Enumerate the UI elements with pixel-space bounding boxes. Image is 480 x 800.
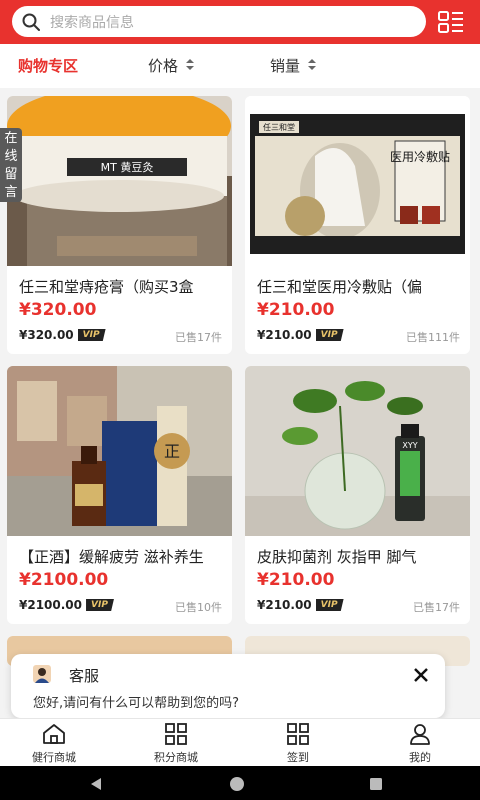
nav-label: 签到 — [287, 751, 309, 764]
vip-price: ¥320.00 VIP — [19, 328, 106, 342]
chat-title: 客服 — [69, 667, 100, 685]
product-image-title: 医用冷敷贴 — [390, 149, 450, 164]
filter-sales[interactable]: 销量 — [270, 44, 317, 88]
nav-label: 积分商城 — [154, 751, 198, 764]
nav-check-in[interactable]: 签到 — [258, 719, 338, 767]
vip-badge: VIP — [77, 329, 106, 341]
vip-price-value: ¥210.00 — [257, 598, 312, 612]
vip-price: ¥2100.00 VIP — [19, 598, 114, 612]
product-name: 任三和堂医用冷敷贴（偏 — [257, 278, 423, 296]
product-card[interactable]: 任三和堂 医用冷敷贴 任三和堂医用冷敷贴（偏 ¥210.00 ¥210.00 VI… — [245, 96, 470, 354]
product-card[interactable]: MT 黄豆灸 任三和堂痔疮膏（购买3盒 ¥320.00 ¥320.00 VIP 已… — [7, 96, 232, 354]
sort-arrows-icon — [186, 58, 195, 71]
bottom-nav: 健行商城 积分商城 签到 我的 — [0, 718, 480, 766]
home-button-icon[interactable] — [228, 775, 246, 797]
nav-label: 健行商城 — [32, 751, 76, 764]
category-list-icon[interactable] — [436, 9, 466, 35]
close-icon[interactable] — [409, 663, 433, 687]
vip-price: ¥210.00 VIP — [257, 328, 344, 342]
sold-count: 已售111件 — [406, 331, 460, 344]
product-name: 【正酒】缓解疲劳 滋补养生 — [19, 548, 204, 566]
vip-badge: VIP — [315, 329, 344, 341]
sold-count: 已售10件 — [175, 601, 222, 614]
filter-shopping-zone[interactable]: 购物专区 — [18, 44, 78, 88]
sold-count: 已售17件 — [175, 331, 222, 344]
product-image-brand: MT 黄豆灸 — [101, 160, 154, 174]
filter-price-label: 价格 — [148, 57, 179, 75]
product-card[interactable]: 正 【正酒】缓解疲劳 滋补养生 ¥2100.00 ¥2100.00 VIP 已售1… — [7, 366, 232, 624]
recents-icon[interactable] — [368, 776, 384, 796]
filter-sales-label: 销量 — [270, 57, 301, 75]
filter-bar: 购物专区 价格 销量 — [0, 44, 480, 88]
sold-count: 已售17件 — [413, 601, 460, 614]
service-avatar-icon — [33, 665, 51, 683]
product-image-seal: 正 — [164, 442, 180, 461]
product-image-label: XYY — [402, 441, 417, 450]
search-icon — [22, 13, 40, 31]
product-image: 任三和堂 医用冷敷贴 — [245, 96, 470, 266]
search-bar[interactable]: 搜索商品信息 — [12, 6, 426, 37]
vip-price-value: ¥210.00 — [257, 328, 312, 342]
product-card[interactable]: XYY 皮肤抑菌剂 灰指甲 脚气 ¥210.00 ¥210.00 VIP 已售17… — [245, 366, 470, 624]
product-price: ¥210.00 — [257, 570, 335, 590]
vip-badge: VIP — [86, 599, 114, 611]
customer-service-popup[interactable]: 客服 您好,请问有什么可以帮助到您的吗? — [11, 654, 445, 718]
nav-health-mall[interactable]: 健行商城 — [14, 719, 94, 767]
filter-price[interactable]: 价格 — [148, 44, 195, 88]
vip-price: ¥210.00 VIP — [257, 598, 344, 612]
product-price: ¥2100.00 — [19, 570, 109, 590]
product-name: 任三和堂痔疮膏（购买3盒 — [19, 278, 194, 296]
app-screen: 搜索商品信息 购物专区 价格 销量 MT 黄豆灸 任三和堂痔疮膏（购买3盒 ¥3… — [0, 0, 480, 800]
online-message-tab[interactable]: 在线留言 — [0, 128, 22, 202]
vip-price-value: ¥2100.00 — [19, 598, 83, 612]
product-price: ¥320.00 — [19, 300, 97, 320]
product-image: XYY — [245, 366, 470, 536]
sort-arrows-icon — [308, 58, 317, 71]
product-image-brand: 任三和堂 — [263, 122, 295, 132]
vip-price-value: ¥320.00 — [19, 328, 74, 342]
back-icon[interactable] — [88, 776, 104, 796]
nav-mine[interactable]: 我的 — [380, 719, 460, 767]
product-image: 正 — [7, 366, 232, 536]
nav-label: 我的 — [409, 751, 431, 764]
vip-badge: VIP — [315, 599, 344, 611]
nav-points-mall[interactable]: 积分商城 — [136, 719, 216, 767]
chat-message: 您好,请问有什么可以帮助到您的吗? — [33, 696, 240, 711]
product-price: ¥210.00 — [257, 300, 335, 320]
top-bar: 搜索商品信息 — [0, 0, 480, 44]
search-placeholder: 搜索商品信息 — [50, 14, 134, 31]
system-nav-bar — [0, 766, 480, 800]
product-image: MT 黄豆灸 — [7, 96, 232, 266]
product-name: 皮肤抑菌剂 灰指甲 脚气 — [257, 548, 417, 566]
